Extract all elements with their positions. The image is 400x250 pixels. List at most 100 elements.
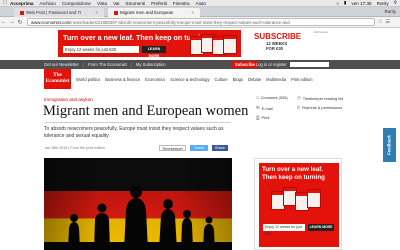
url-host: www.economist.com <box>31 20 71 25</box>
feedback-tab[interactable]: Feedback <box>383 128 396 162</box>
menu-icon[interactable]: ☰ <box>385 19 389 25</box>
ad-subscribe: SUBSCRIBE <box>254 32 302 41</box>
ad-headline: Turn over a new leaf. Then keep on turni… <box>63 33 210 42</box>
email-link[interactable]: ✉ E-mail <box>256 105 273 111</box>
menu-strumenti[interactable]: Strumenti <box>125 1 145 6</box>
tweet-button[interactable]: Tweet <box>189 144 208 151</box>
timekeeper-label: Timekeeper reading list <box>302 95 344 101</box>
section-business[interactable]: Business & finance <box>105 77 140 82</box>
comments-link[interactable]: □ Comment (526) <box>256 95 288 100</box>
browser-tab[interactable]: Web Post | Password and Tr × <box>14 8 104 17</box>
battery-icon[interactable]: ▮ <box>344 0 347 6</box>
section-multimedia[interactable]: Multimedia <box>266 77 286 82</box>
menu-vai[interactable]: Vai <box>113 1 119 6</box>
ad-offer: Enjoy 12 weeks for just €30 <box>263 224 305 236</box>
comment-icon: □ <box>256 95 259 100</box>
apple-icon[interactable]:  <box>0 0 10 6</box>
logo-line-2: Economist <box>45 77 70 84</box>
ad-headline: Turn over a new leaf. Then keep on turni… <box>262 166 325 181</box>
search-icon[interactable]: ⚲ <box>394 0 397 6</box>
close-icon[interactable]: × <box>95 8 98 17</box>
url-path: /news/leaders/21688397-absorb-newcomers-… <box>70 20 290 25</box>
favicon-icon <box>114 10 118 15</box>
leaderboard-ad[interactable]: Turn over a new leaf. Then keep on turni… <box>58 30 328 58</box>
section-culture[interactable]: Culture <box>215 77 228 82</box>
star-icon[interactable]: ☆ <box>378 19 382 25</box>
sidebar-ad[interactable]: Turn over a new leaf. Then keep on turni… <box>254 158 342 250</box>
nav-subscription-link[interactable]: My Subscription <box>136 62 166 67</box>
magazine-covers-image <box>190 34 238 55</box>
reprints-link[interactable]: © Reprints & permissions <box>297 105 342 110</box>
magazine-covers-image <box>271 187 331 215</box>
timekeeper-button[interactable]: Timekeeper <box>159 144 186 151</box>
section-world-politics[interactable]: World politics <box>76 77 100 82</box>
article-standfirst: To absorb newcomers peacefully, Europe m… <box>44 126 224 139</box>
magazine-cover <box>307 189 321 208</box>
article-hero-image <box>44 158 232 250</box>
tab-strip: Web Post | Password and Tr × Migrant men … <box>0 7 400 17</box>
print-link[interactable]: ⎙ Print <box>256 115 269 120</box>
browser-tab-active[interactable]: Migrant men and European × <box>108 8 200 17</box>
wifi-icon[interactable]: ≈ <box>336 1 339 6</box>
nav-from-economist-link[interactable]: From The Economist <box>88 62 127 67</box>
forward-icon[interactable]: → <box>8 19 16 25</box>
close-icon[interactable]: × <box>191 8 194 17</box>
menu-vista[interactable]: Vista <box>97 1 107 6</box>
divider <box>44 122 231 123</box>
email-icon: ✉ <box>256 105 260 110</box>
timekeeper-link[interactable]: ◷ Timekeeper reading list <box>297 95 343 101</box>
email-label: E-mail <box>261 105 273 111</box>
ad-red-panel: Turn over a new leaf. Then keep on turni… <box>58 30 241 58</box>
section-economics[interactable]: Economics <box>145 77 165 82</box>
section-debate[interactable]: Debate <box>248 77 261 82</box>
learn-more-button[interactable]: LEARN MORE <box>308 224 334 231</box>
menu-composizione[interactable]: Composizione <box>62 1 91 6</box>
ad-offer: Enjoy 12 weeks for just €30 <box>63 46 139 53</box>
menu-app[interactable]: Acceprima <box>10 1 34 6</box>
reprints-label: Reprints & permissions <box>302 105 343 110</box>
print-icon: ⎙ <box>256 115 260 120</box>
section-print-edition[interactable]: Print edition <box>291 77 313 82</box>
facebook-share-button[interactable]: Share <box>211 144 228 151</box>
magazine-cover <box>223 35 237 54</box>
article-kicker[interactable]: Immigration and asylum <box>44 97 93 102</box>
web-page: Turn over a new leaf. Then keep on turni… <box>0 29 400 250</box>
feedback-label: Feedback <box>386 135 392 155</box>
url-input[interactable]: www.economist.com/news/leaders/21688397-… <box>27 18 375 26</box>
copyright-icon: © <box>297 105 301 110</box>
learn-more-button[interactable]: LEARN MORE <box>142 46 166 58</box>
section-science[interactable]: Science & technology <box>170 77 209 82</box>
menu-preferiti[interactable]: Preferiti <box>151 1 167 6</box>
economist-logo[interactable]: The Economist <box>44 69 71 89</box>
favicon-icon <box>20 10 24 15</box>
ad-red-panel: Turn over a new leaf. Then keep on turni… <box>259 163 339 247</box>
ad-weeks: 12 WEEKS FOR €30 <box>266 41 287 51</box>
menu-aiuto[interactable]: Aiuto <box>196 1 206 6</box>
tab-label: Web Post | Password and Tr <box>26 10 82 15</box>
menu-finestra[interactable]: Finestra <box>173 1 190 6</box>
article-dateline: Jan 16th 2016 | From the print edition <box>44 146 106 150</box>
section-blogs[interactable]: Blogs <box>233 77 243 82</box>
reload-icon[interactable]: ↻ <box>16 19 24 26</box>
adchoices-icon[interactable]: AdChoices <box>313 30 328 34</box>
menu-archivio[interactable]: Archivio <box>40 1 56 6</box>
tab-label: Migrant men and European <box>120 10 174 15</box>
back-icon[interactable]: ← <box>0 19 8 25</box>
profile-name[interactable]: Rarity <box>385 9 396 14</box>
subscribe-button[interactable]: Subscribe <box>232 61 258 68</box>
comments-label: Comment (526) <box>260 95 288 100</box>
login-link[interactable]: Log in or register <box>256 60 287 69</box>
section-menu: World politics Business & finance Econom… <box>76 75 313 83</box>
share-bar: Timekeeper Tweet Share <box>159 144 228 151</box>
address-bar: ← → ↻ www.economist.com/news/leaders/216… <box>0 17 400 28</box>
nav-newsletter-link[interactable]: Get our Newsletter <box>44 62 79 67</box>
print-label: Print <box>261 115 270 120</box>
nav-divider: | <box>82 62 85 67</box>
silhouettes-image <box>44 186 232 250</box>
article-title: Migrant men and European women <box>43 103 249 119</box>
site-search-input[interactable] <box>290 62 329 67</box>
os-menubar:  Acceprima Archivio Composizione Vista … <box>0 0 400 7</box>
menubar-user[interactable]: Rarity <box>377 1 389 6</box>
menubar-clock[interactable]: ven 17:36 <box>351 1 371 6</box>
ad-weeks-line2: FOR €30 <box>266 46 283 51</box>
